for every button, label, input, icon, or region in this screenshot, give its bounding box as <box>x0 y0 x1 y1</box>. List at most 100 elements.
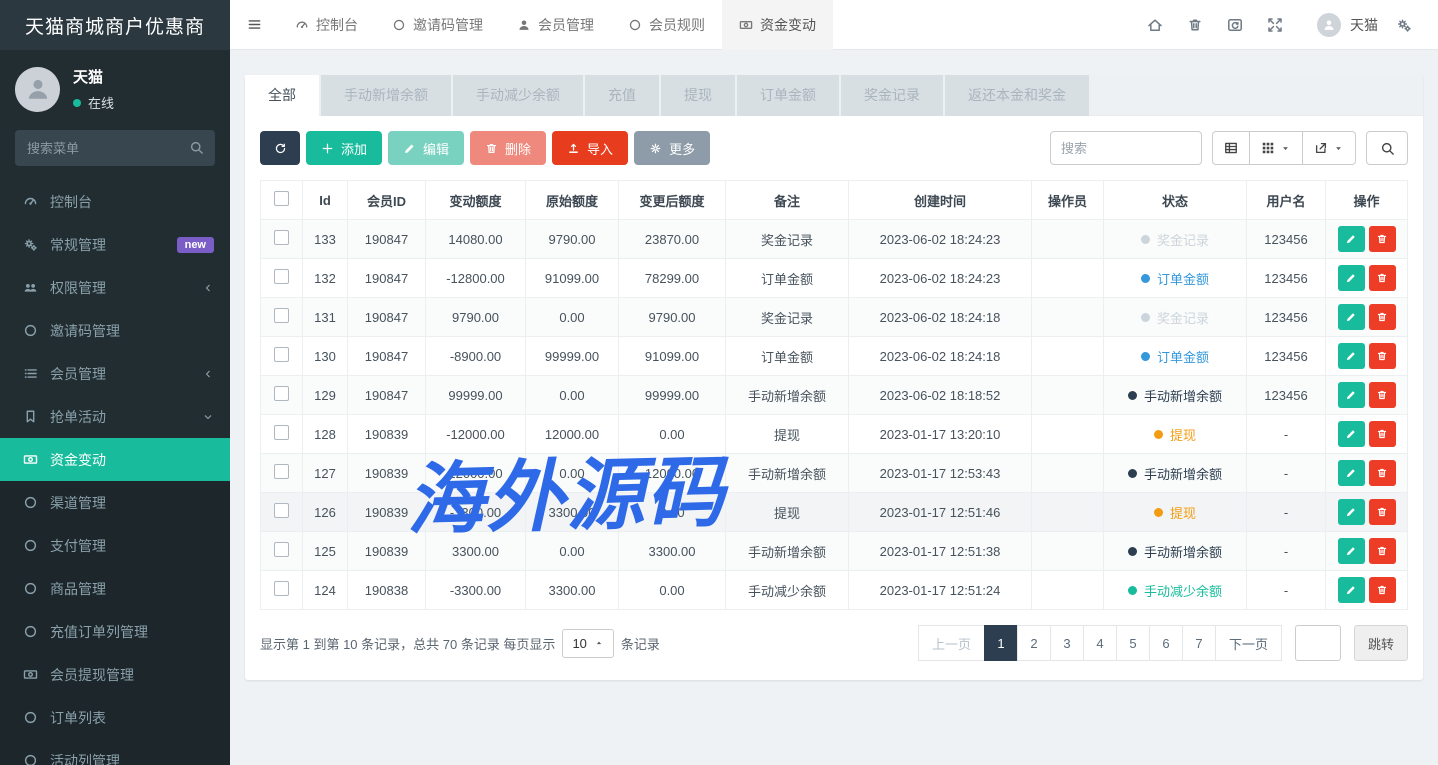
row-edit-button[interactable] <box>1338 577 1365 603</box>
topnav-item-4[interactable]: 资金变动 <box>722 0 833 50</box>
tab-5[interactable]: 订单金额 <box>737 75 839 116</box>
tab-0[interactable]: 全部 <box>245 75 319 116</box>
tab-4[interactable]: 提现 <box>661 75 735 116</box>
column-header[interactable]: 原始额度 <box>526 181 619 220</box>
row-edit-button[interactable] <box>1338 226 1365 252</box>
tab-2[interactable]: 手动减少余额 <box>453 75 583 116</box>
page-size-select[interactable]: 10 <box>562 629 613 658</box>
refresh-button[interactable] <box>260 131 300 165</box>
row-delete-button[interactable] <box>1369 304 1396 330</box>
row-checkbox[interactable] <box>274 464 289 479</box>
page-button-1[interactable]: 1 <box>984 625 1018 661</box>
sidebar-item-9[interactable]: 商品管理 <box>0 567 230 610</box>
jump-button[interactable]: 跳转 <box>1354 625 1408 661</box>
sidebar-item-10[interactable]: 充值订单列管理 <box>0 610 230 653</box>
column-header[interactable]: 备注 <box>726 181 849 220</box>
topnav-item-1[interactable]: 邀请码管理 <box>375 0 500 50</box>
row-checkbox[interactable] <box>274 347 289 362</box>
sidebar-item-4[interactable]: 会员管理 <box>0 352 230 395</box>
row-checkbox[interactable] <box>274 230 289 245</box>
row-edit-button[interactable] <box>1338 382 1365 408</box>
page-button-7[interactable]: 7 <box>1182 625 1216 661</box>
page-button-3[interactable]: 3 <box>1050 625 1084 661</box>
column-header[interactable]: 用户名 <box>1247 181 1326 220</box>
select-all-checkbox[interactable] <box>274 191 289 206</box>
row-edit-button[interactable] <box>1338 343 1365 369</box>
sidebar-item-13[interactable]: 活动列管理 <box>0 739 230 765</box>
column-header[interactable]: 创建时间 <box>849 181 1032 220</box>
row-edit-button[interactable] <box>1338 538 1365 564</box>
sidebar-item-8[interactable]: 支付管理 <box>0 524 230 567</box>
tab-6[interactable]: 奖金记录 <box>841 75 943 116</box>
topnav-item-0[interactable]: 控制台 <box>278 0 375 50</box>
row-delete-button[interactable] <box>1369 421 1396 447</box>
row-delete-button[interactable] <box>1369 265 1396 291</box>
row-checkbox[interactable] <box>274 425 289 440</box>
page-button-6[interactable]: 6 <box>1149 625 1183 661</box>
columns-button[interactable] <box>1250 131 1303 165</box>
home-button[interactable] <box>1135 17 1175 33</box>
page-button-4[interactable]: 4 <box>1083 625 1117 661</box>
sidebar-toggle-button[interactable] <box>230 0 278 49</box>
next-page-button[interactable]: 下一页 <box>1215 625 1282 661</box>
sidebar-item-5[interactable]: 抢单活动 <box>0 395 230 438</box>
row-checkbox[interactable] <box>274 503 289 518</box>
sidebar-item-12[interactable]: 订单列表 <box>0 696 230 739</box>
row-checkbox[interactable] <box>274 308 289 323</box>
row-delete-button[interactable] <box>1369 577 1396 603</box>
row-delete-button[interactable] <box>1369 382 1396 408</box>
trash-button[interactable] <box>1175 17 1215 33</box>
row-edit-button[interactable] <box>1338 499 1365 525</box>
row-delete-button[interactable] <box>1369 226 1396 252</box>
row-checkbox[interactable] <box>274 386 289 401</box>
topnav-item-3[interactable]: 会员规则 <box>611 0 722 50</box>
row-checkbox[interactable] <box>274 269 289 284</box>
jump-page-input[interactable] <box>1295 625 1341 661</box>
row-edit-button[interactable] <box>1338 460 1365 486</box>
search-button[interactable] <box>1366 131 1408 165</box>
avatar[interactable] <box>1317 13 1341 37</box>
column-header[interactable]: 状态 <box>1104 181 1247 220</box>
topnav-item-2[interactable]: 会员管理 <box>500 0 611 50</box>
sidebar-item-1[interactable]: 常规管理new <box>0 223 230 266</box>
add-button[interactable]: 添加 <box>306 131 382 165</box>
column-header[interactable]: Id <box>303 181 348 220</box>
prev-page-button[interactable]: 上一页 <box>918 625 985 661</box>
sidebar-item-2[interactable]: 权限管理 <box>0 266 230 309</box>
page-button-5[interactable]: 5 <box>1116 625 1150 661</box>
tab-3[interactable]: 充值 <box>585 75 659 116</box>
row-delete-button[interactable] <box>1369 460 1396 486</box>
row-delete-button[interactable] <box>1369 343 1396 369</box>
row-delete-button[interactable] <box>1369 499 1396 525</box>
column-header[interactable]: 操作员 <box>1032 181 1104 220</box>
column-header[interactable]: 变更后额度 <box>619 181 726 220</box>
sidebar-item-3[interactable]: 邀请码管理 <box>0 309 230 352</box>
row-checkbox[interactable] <box>274 542 289 557</box>
detail-view-button[interactable] <box>1212 131 1250 165</box>
row-checkbox[interactable] <box>274 581 289 596</box>
edit-button[interactable]: 编辑 <box>388 131 464 165</box>
row-delete-button[interactable] <box>1369 538 1396 564</box>
table-search-input[interactable] <box>1050 131 1202 165</box>
column-header[interactable]: 会员ID <box>348 181 426 220</box>
sidebar-search-input[interactable] <box>15 130 215 166</box>
page-button-2[interactable]: 2 <box>1017 625 1051 661</box>
sidebar-item-7[interactable]: 渠道管理 <box>0 481 230 524</box>
clear-cache-button[interactable] <box>1215 17 1255 33</box>
export-button[interactable] <box>1303 131 1356 165</box>
column-header[interactable]: 变动额度 <box>426 181 526 220</box>
settings-button[interactable] <box>1384 17 1424 33</box>
sidebar-item-6[interactable]: 资金变动 <box>0 438 230 481</box>
tab-7[interactable]: 返还本金和奖金 <box>945 75 1089 116</box>
column-header[interactable]: 操作 <box>1326 181 1408 220</box>
row-edit-button[interactable] <box>1338 421 1365 447</box>
delete-button[interactable]: 删除 <box>470 131 546 165</box>
sidebar-item-0[interactable]: 控制台 <box>0 180 230 223</box>
row-edit-button[interactable] <box>1338 304 1365 330</box>
username-label[interactable]: 天猫 <box>1350 15 1378 35</box>
fullscreen-button[interactable] <box>1255 17 1295 33</box>
more-button[interactable]: 更多 <box>634 131 710 165</box>
import-button[interactable]: 导入 <box>552 131 628 165</box>
sidebar-item-11[interactable]: 会员提现管理 <box>0 653 230 696</box>
tab-1[interactable]: 手动新增余额 <box>321 75 451 116</box>
